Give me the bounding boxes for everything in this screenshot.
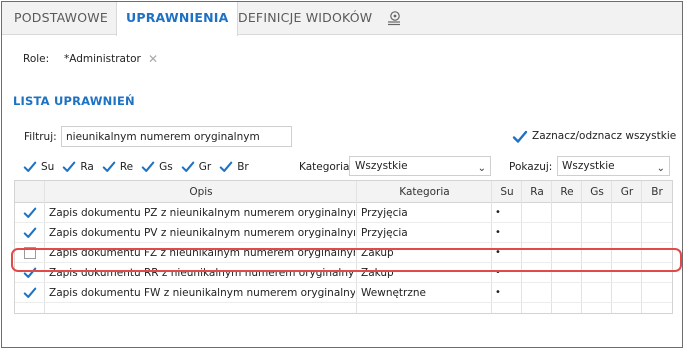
checkbox-label: Gs (159, 161, 173, 173)
checkbox-gr[interactable]: Gr (181, 160, 211, 174)
select-all-checkbox[interactable]: Zaznacz/odznacz wszystkie (512, 126, 676, 146)
checkbox-br[interactable]: Br (219, 160, 249, 174)
tab-uprawnienia[interactable]: UPRAWNIENIA (116, 2, 239, 36)
row-su-marker: • (495, 227, 501, 238)
checkbox-gs[interactable]: Gs (141, 160, 173, 174)
tab-definicje-widokow[interactable]: DEFINICJE WIDOKÓW (238, 2, 372, 35)
filter-input[interactable] (61, 126, 292, 147)
checkbox-label: Br (237, 161, 249, 173)
chevron-down-icon: ⌄ (656, 163, 665, 174)
checkbox-label: Gr (198, 161, 212, 173)
permissions-table: Opis Kategoria Su Ra Re Gs Gr Br Zapis d… (14, 180, 673, 314)
kategoria-value: Wszystkie (355, 160, 408, 172)
checkmark-icon (62, 160, 76, 174)
column-checkbox-filters: Su Ra Re Gs Gr Br (23, 159, 257, 175)
chevron-down-icon: ⌄ (477, 163, 486, 174)
checkbox-re[interactable]: Re (102, 160, 133, 174)
kategoria-label: Kategoria: (299, 161, 354, 173)
pokazuj-select[interactable]: Wszystkie ⌄ (557, 156, 670, 176)
filter-label: Filtruj: (24, 131, 57, 143)
row-opis: Zapis dokumentu PZ z nieunikalnym numere… (49, 207, 355, 219)
checkmark-icon[interactable] (23, 286, 37, 300)
checkbox-label: Su (41, 161, 55, 173)
role-value[interactable]: *Administrator (64, 53, 141, 65)
checkbox-label: Ra (80, 161, 94, 173)
kategoria-select[interactable]: Wszystkie ⌄ (349, 156, 491, 176)
row-kategoria: Przyjęcia (361, 207, 408, 219)
pokazuj-label: Pokazuj: (509, 161, 553, 173)
permissions-window: PODSTAWOWE UPRAWNIENIA DEFINICJE WIDOKÓW… (1, 1, 683, 348)
row-kategoria: Wewnętrzne (361, 287, 426, 299)
checkmark-icon (512, 129, 528, 143)
checkmark-icon (181, 160, 195, 174)
row-opis: Zapis dokumentu FW z nieunikalnym numere… (49, 287, 355, 299)
tab-podstawowe[interactable]: PODSTAWOWE (14, 2, 108, 35)
checkmark-icon (102, 160, 116, 174)
table-row[interactable]: Zapis dokumentu FW z nieunikalnym numere… (15, 283, 672, 303)
settings-list-icon[interactable] (386, 10, 402, 26)
pokazuj-value: Wszystkie (562, 160, 615, 172)
role-label: Role: (23, 53, 50, 65)
checkbox-su[interactable]: Su (23, 160, 54, 174)
table-row[interactable]: Zapis dokumentu PV z nieunikalnym numere… (15, 223, 672, 243)
select-all-label: Zaznacz/odznacz wszystkie (532, 130, 677, 142)
row-su-marker: • (495, 287, 501, 298)
checkbox-label: Re (119, 161, 134, 173)
row-opis: Zapis dokumentu PV z nieunikalnym numere… (49, 227, 355, 239)
tab-bar: PODSTAWOWE UPRAWNIENIA DEFINICJE WIDOKÓW (2, 2, 682, 36)
section-title: LISTA UPRAWNIEŃ (13, 94, 135, 108)
checkmark-icon[interactable] (23, 226, 37, 240)
highlight-annotation (11, 248, 682, 272)
row-kategoria: Przyjęcia (361, 227, 408, 239)
table-row[interactable]: Zapis dokumentu PZ z nieunikalnym numere… (15, 203, 672, 223)
checkbox-ra[interactable]: Ra (62, 160, 94, 174)
close-icon[interactable]: ✕ (148, 52, 158, 66)
checkmark-icon (219, 160, 233, 174)
checkmark-icon[interactable] (23, 206, 37, 220)
row-su-marker: • (495, 207, 501, 218)
checkmark-icon (141, 160, 155, 174)
checkmark-icon (23, 160, 37, 174)
column-header-br[interactable]: Br (642, 181, 672, 203)
